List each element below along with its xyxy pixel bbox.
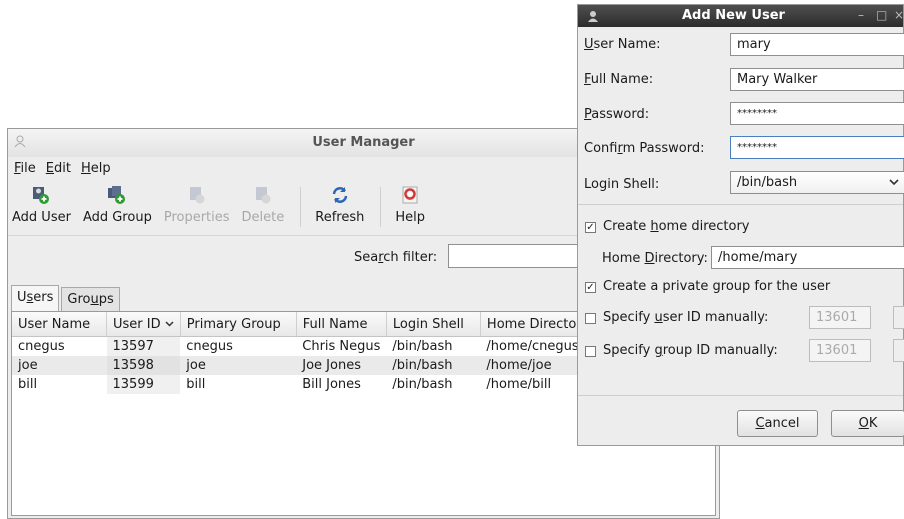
- add-group-button[interactable]: Add Group: [83, 179, 152, 225]
- tab-bar: Users Groups: [11, 285, 122, 312]
- table-row[interactable]: cnegus 13597 cnegus Chris Negus /bin/bas…: [12, 336, 588, 356]
- home-directory-label: Home Directory:: [602, 251, 708, 266]
- help-lifebuoy-icon: [400, 185, 420, 205]
- cell-full-name: Chris Negus: [302, 339, 381, 354]
- add-user-icon: [31, 185, 51, 205]
- user-name-label: User Name:: [584, 37, 661, 52]
- refresh-button[interactable]: Refresh: [315, 179, 364, 225]
- delete-button[interactable]: Delete: [241, 179, 285, 225]
- specify-gid-checkbox[interactable]: [585, 346, 596, 357]
- cell-home-directory: /home/joe: [480, 356, 588, 375]
- add-user-button[interactable]: Add User: [12, 179, 71, 225]
- password-input[interactable]: ********: [730, 102, 904, 125]
- password-label: Password:: [584, 107, 650, 122]
- divider: [578, 395, 903, 396]
- table-row[interactable]: joe 13598 joe Joe Jones /bin/bash /home/…: [12, 356, 588, 375]
- maximize-icon[interactable]: □: [876, 8, 887, 22]
- add-new-user-dialog: Add New User – □ × User Name: mary Full …: [577, 4, 904, 446]
- confirm-password-label: Confirm Password:: [584, 141, 705, 156]
- col-full-name[interactable]: Full Name: [296, 312, 387, 337]
- specify-gid-label: Specify group ID manually:: [603, 343, 778, 358]
- sort-descending-icon: [165, 321, 174, 327]
- full-name-label: Full Name:: [584, 72, 654, 87]
- user-name-input[interactable]: mary: [730, 33, 904, 56]
- properties-button[interactable]: Properties: [164, 179, 230, 225]
- cell-full-name: Bill Jones: [302, 377, 361, 392]
- cancel-button[interactable]: Cancel: [737, 410, 818, 437]
- cell-primary-group: joe: [180, 356, 297, 375]
- delete-label: Delete: [241, 210, 285, 225]
- col-user-id[interactable]: User ID: [106, 312, 181, 337]
- cell-login-shell: /bin/bash: [392, 339, 453, 354]
- add-group-label: Add Group: [82, 210, 152, 225]
- col-login-shell[interactable]: Login Shell: [386, 312, 481, 337]
- uid-spinner[interactable]: 13601: [809, 306, 871, 329]
- menu-help[interactable]: Help: [81, 161, 111, 176]
- cell-home-directory: /home/cnegus: [486, 339, 579, 354]
- cell-home-directory: /home/bill: [486, 377, 552, 392]
- users-app-icon: [588, 11, 598, 22]
- uid-spinner-arrows[interactable]: [893, 306, 904, 329]
- users-table: User Name User ID Primary Group Full Nam…: [12, 312, 588, 394]
- tab-groups[interactable]: Groups: [61, 287, 120, 312]
- home-directory-input[interactable]: /home/mary: [711, 246, 904, 269]
- confirm-password-input[interactable]: ********: [730, 136, 904, 159]
- add-user-label: Add User: [12, 210, 71, 225]
- login-shell-value: /bin/bash: [737, 175, 798, 190]
- help-label: Help: [395, 210, 425, 225]
- gid-spinner-arrows[interactable]: [893, 339, 904, 362]
- cell-full-name: Joe Jones: [296, 356, 387, 375]
- private-group-label: Create a private group for the user: [603, 279, 831, 294]
- refresh-icon: [330, 185, 350, 205]
- chevron-down-icon: [889, 179, 899, 186]
- cell-primary-group: cnegus: [186, 339, 233, 354]
- menu-edit[interactable]: Edit: [46, 161, 71, 176]
- cell-user-id: 13598: [106, 356, 181, 375]
- cell-login-shell: /bin/bash: [392, 377, 453, 392]
- cell-user-id: 13599: [106, 375, 181, 394]
- create-home-checkbox[interactable]: ✓: [585, 222, 596, 233]
- dialog-title: Add New User: [682, 8, 785, 23]
- search-filter-label: Search filter:: [354, 250, 438, 265]
- dialog-titlebar[interactable]: Add New User – □ ×: [578, 5, 904, 27]
- refresh-label: Refresh: [315, 210, 365, 225]
- delete-user-icon: [253, 185, 273, 205]
- properties-label: Properties: [163, 210, 230, 225]
- table-row[interactable]: bill 13599 bill Bill Jones /bin/bash /ho…: [12, 375, 588, 394]
- cell-user-name: cnegus: [18, 339, 65, 354]
- add-group-icon: [107, 185, 127, 205]
- cell-user-name: bill: [18, 377, 38, 392]
- divider: [578, 204, 903, 205]
- col-user-name[interactable]: User Name: [12, 312, 107, 337]
- tab-users[interactable]: Users: [11, 285, 60, 312]
- toolbar-separator: [300, 187, 302, 227]
- minimize-icon[interactable]: –: [858, 8, 864, 22]
- specify-uid-label: Specify user ID manually:: [603, 310, 769, 325]
- create-home-label: Create home directory: [603, 219, 750, 234]
- cell-primary-group: bill: [186, 377, 206, 392]
- full-name-input[interactable]: Mary Walker: [730, 68, 904, 91]
- cell-user-name: joe: [12, 356, 107, 375]
- close-icon[interactable]: ×: [894, 8, 904, 22]
- properties-icon: [187, 185, 207, 205]
- cell-user-id: 13597: [106, 336, 181, 356]
- table-header-row: User Name User ID Primary Group Full Nam…: [12, 312, 588, 337]
- help-button[interactable]: Help: [395, 179, 425, 225]
- private-group-checkbox[interactable]: ✓: [585, 282, 596, 293]
- login-shell-select[interactable]: /bin/bash: [730, 171, 904, 194]
- ok-button[interactable]: OK: [831, 410, 904, 437]
- cell-login-shell: /bin/bash: [386, 356, 481, 375]
- col-home-directory[interactable]: Home Director: [480, 312, 588, 337]
- col-primary-group[interactable]: Primary Group: [180, 312, 297, 337]
- specify-uid-checkbox[interactable]: [585, 313, 596, 324]
- toolbar-separator: [380, 187, 382, 227]
- login-shell-label: Login Shell:: [584, 177, 660, 192]
- menu-file[interactable]: File: [14, 161, 36, 176]
- gid-spinner[interactable]: 13601: [809, 339, 871, 362]
